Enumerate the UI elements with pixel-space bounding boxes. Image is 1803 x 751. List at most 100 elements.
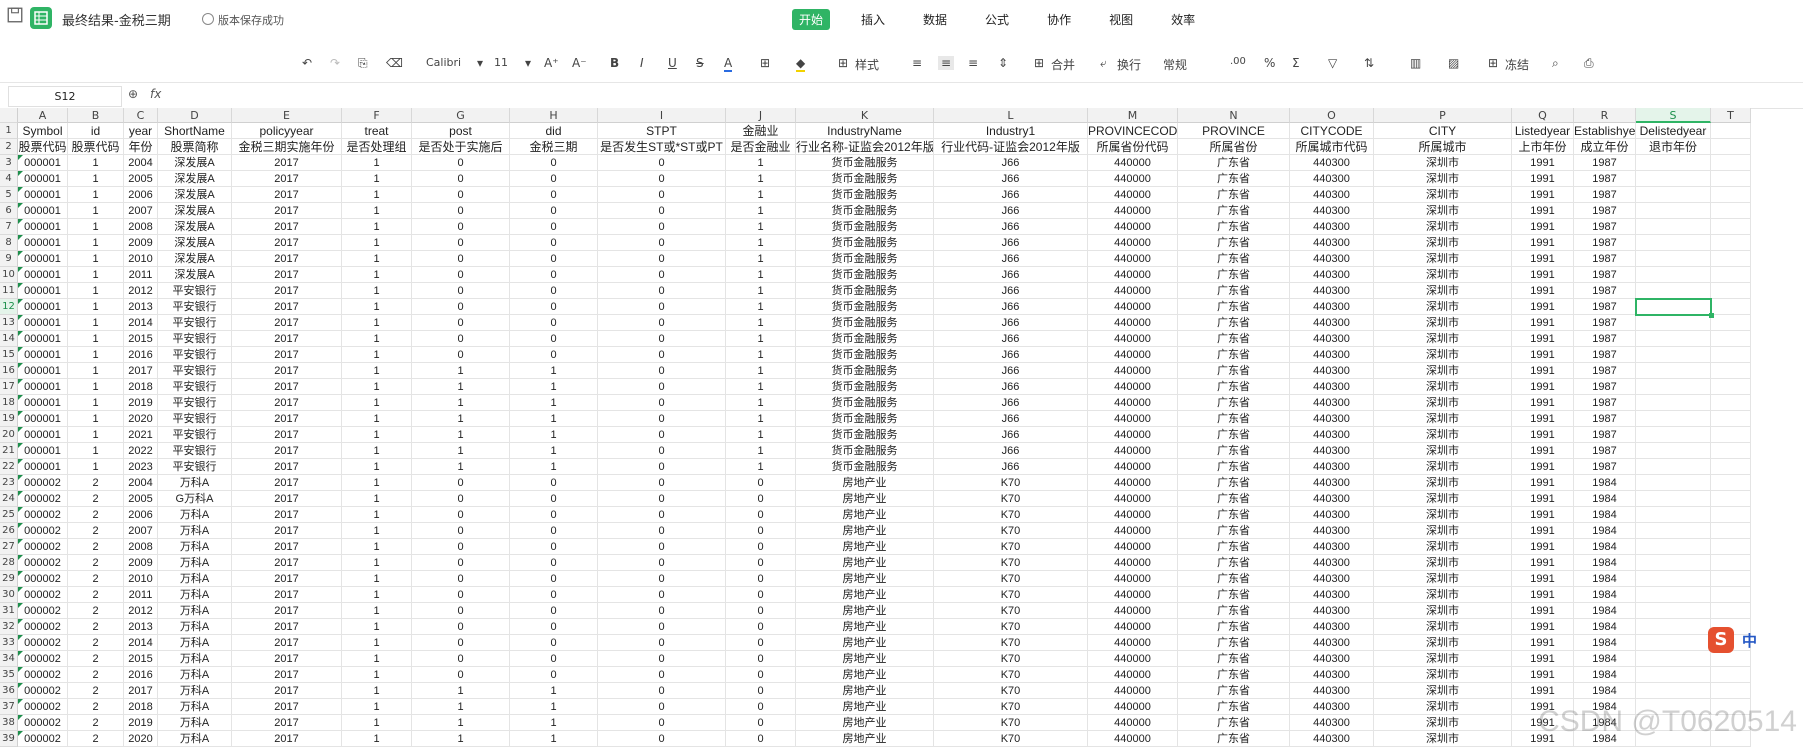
table-cell[interactable]: 2004 [124, 155, 158, 171]
table-cell[interactable]: 0 [510, 475, 598, 491]
table-cell[interactable]: 1 [726, 219, 796, 235]
header-cell[interactable]: post [412, 123, 510, 139]
table-cell[interactable]: 货币金融服务 [796, 187, 934, 203]
eraser-icon[interactable]: ⌫ [386, 56, 403, 70]
table-cell[interactable] [1711, 507, 1751, 523]
table-cell[interactable]: 0 [510, 651, 598, 667]
table-cell[interactable]: 1991 [1512, 443, 1574, 459]
table-cell[interactable]: 深圳市 [1374, 363, 1512, 379]
table-cell[interactable]: 1 [342, 411, 412, 427]
table-cell[interactable]: K70 [934, 731, 1088, 747]
table-cell[interactable]: 万科A [158, 523, 232, 539]
table-cell[interactable]: 2009 [124, 235, 158, 251]
table-cell[interactable] [1636, 459, 1711, 475]
table-cell[interactable]: 2017 [232, 475, 342, 491]
table-cell[interactable]: 1991 [1512, 427, 1574, 443]
table-cell[interactable]: J66 [934, 251, 1088, 267]
table-cell[interactable] [1711, 187, 1751, 203]
table-cell[interactable]: 1991 [1512, 187, 1574, 203]
table-cell[interactable]: 1 [412, 699, 510, 715]
table-cell[interactable]: 440300 [1290, 171, 1374, 187]
table-cell[interactable]: J66 [934, 459, 1088, 475]
table-cell[interactable]: 440300 [1290, 315, 1374, 331]
header-cell[interactable]: ShortName [158, 123, 232, 139]
header-cell[interactable]: 股票简称 [158, 139, 232, 155]
table-cell[interactable]: 1 [726, 427, 796, 443]
header-cell[interactable] [1711, 123, 1751, 139]
table-cell[interactable]: 2017 [232, 267, 342, 283]
font-shrink-icon[interactable]: A⁻ [572, 56, 587, 70]
table-cell[interactable]: 1 [68, 219, 124, 235]
header-cell[interactable]: 行业名称-证监会2012年版 [796, 139, 934, 155]
table-cell[interactable]: 000001 [18, 267, 68, 283]
header-cell[interactable]: 是否处于实施后 [412, 139, 510, 155]
table-cell[interactable]: 广东省 [1178, 411, 1290, 427]
table-cell[interactable]: 1991 [1512, 603, 1574, 619]
table-cell[interactable]: 0 [598, 651, 726, 667]
table-cell[interactable]: 1991 [1512, 283, 1574, 299]
table-cell[interactable]: 440000 [1088, 699, 1178, 715]
table-cell[interactable]: 2017 [232, 379, 342, 395]
table-cell[interactable]: 深圳市 [1374, 347, 1512, 363]
table-cell[interactable]: 1 [510, 427, 598, 443]
table-cell[interactable]: 000001 [18, 315, 68, 331]
table-cell[interactable]: 440300 [1290, 283, 1374, 299]
table-cell[interactable]: 平安银行 [158, 427, 232, 443]
table-cell[interactable]: 440000 [1088, 299, 1178, 315]
column-header[interactable]: F [342, 108, 412, 123]
table-cell[interactable]: 货币金融服务 [796, 363, 934, 379]
table-cell[interactable]: 1 [68, 187, 124, 203]
table-cell[interactable]: 440000 [1088, 235, 1178, 251]
table-cell[interactable]: 深圳市 [1374, 715, 1512, 731]
table-cell[interactable]: 2017 [232, 331, 342, 347]
table-cell[interactable] [1711, 379, 1751, 395]
table-cell[interactable]: 广东省 [1178, 555, 1290, 571]
table-cell[interactable]: 0 [510, 187, 598, 203]
menu-home[interactable]: 开始 [792, 9, 831, 30]
table-cell[interactable]: 1987 [1574, 283, 1636, 299]
table-cell[interactable]: 0 [510, 555, 598, 571]
table-cell[interactable]: 1 [342, 267, 412, 283]
table-cell[interactable] [1636, 427, 1711, 443]
header-cell[interactable]: STPT [598, 123, 726, 139]
table-cell[interactable]: 1991 [1512, 587, 1574, 603]
table-cell[interactable]: 1 [68, 459, 124, 475]
row-header[interactable]: 11 [0, 283, 18, 299]
table-cell[interactable]: 2011 [124, 587, 158, 603]
table-cell[interactable]: 1 [412, 363, 510, 379]
table-cell[interactable]: 440000 [1088, 155, 1178, 171]
table-cell[interactable]: 0 [412, 331, 510, 347]
table-cell[interactable]: 440000 [1088, 171, 1178, 187]
table-cell[interactable]: 000002 [18, 667, 68, 683]
table-cell[interactable]: 1 [342, 443, 412, 459]
row-header[interactable]: 39 [0, 731, 18, 747]
table-cell[interactable]: 2017 [232, 491, 342, 507]
font-name-select[interactable]: Calibri [426, 56, 461, 69]
italic-icon[interactable]: I [640, 56, 644, 70]
table-cell[interactable] [1636, 267, 1711, 283]
table-cell[interactable]: 000002 [18, 603, 68, 619]
row-header[interactable]: 33 [0, 635, 18, 651]
table-cell[interactable]: 0 [510, 507, 598, 523]
table-cell[interactable]: 货币金融服务 [796, 443, 934, 459]
table-cell[interactable] [1636, 347, 1711, 363]
table-cell[interactable]: 2017 [232, 299, 342, 315]
header-cell[interactable] [1711, 139, 1751, 155]
table-cell[interactable]: 深发展A [158, 267, 232, 283]
table-cell[interactable]: 0 [412, 267, 510, 283]
table-cell[interactable]: 2008 [124, 539, 158, 555]
align-center-icon[interactable]: ≡ [938, 56, 955, 70]
table-cell[interactable]: 房地产业 [796, 475, 934, 491]
table-cell[interactable]: 深圳市 [1374, 427, 1512, 443]
table-cell[interactable]: 440000 [1088, 507, 1178, 523]
table-cell[interactable]: 1 [342, 363, 412, 379]
table-cell[interactable]: 0 [726, 635, 796, 651]
table-cell[interactable]: 0 [412, 555, 510, 571]
row-header[interactable]: 10 [0, 267, 18, 283]
table-cell[interactable]: 440000 [1088, 347, 1178, 363]
table-cell[interactable]: 房地产业 [796, 603, 934, 619]
table-cell[interactable]: 000001 [18, 443, 68, 459]
column-header[interactable]: K [796, 108, 934, 123]
table-cell[interactable]: 1984 [1574, 603, 1636, 619]
table-cell[interactable]: 1 [726, 379, 796, 395]
